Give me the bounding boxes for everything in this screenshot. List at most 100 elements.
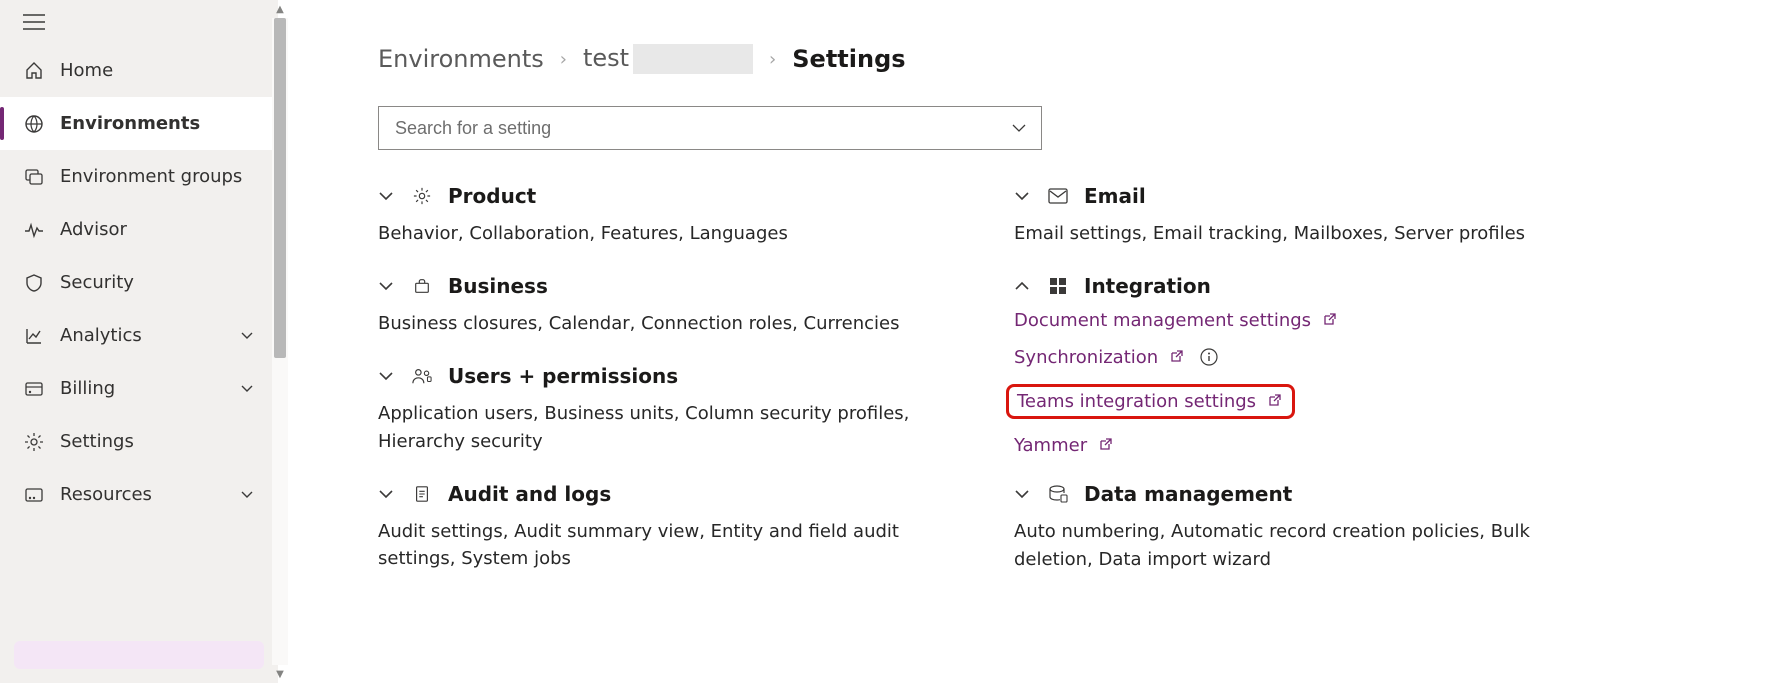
- breadcrumb-env-name: test: [583, 44, 629, 72]
- nav-list: Home Environments Environment groups Adv…: [0, 44, 278, 521]
- home-icon: [24, 61, 44, 81]
- chevron-down-icon[interactable]: [1011, 120, 1027, 136]
- gear-icon: [412, 187, 432, 205]
- nav-security[interactable]: Security: [0, 256, 278, 309]
- section-header-product[interactable]: Product: [378, 184, 958, 208]
- main-content: Environments › test › Settings Prod: [278, 0, 1769, 683]
- nav-label: Environments: [60, 113, 200, 134]
- nav-label: Settings: [60, 431, 134, 452]
- section-title: Users + permissions: [448, 364, 678, 388]
- section-header-audit[interactable]: Audit and logs: [378, 482, 958, 506]
- nav-environment-groups[interactable]: Environment groups: [0, 150, 278, 203]
- open-external-icon: [1266, 393, 1282, 409]
- audit-icon: [412, 485, 432, 503]
- nav-label: Resources: [60, 484, 152, 505]
- hamburger-button[interactable]: [0, 0, 278, 44]
- nav-advisor[interactable]: Advisor: [0, 203, 278, 256]
- nav-home[interactable]: Home: [0, 44, 278, 97]
- section-title: Email: [1084, 184, 1146, 208]
- chevron-down-icon: [240, 488, 254, 502]
- breadcrumb-environments[interactable]: Environments: [378, 45, 544, 73]
- env-groups-icon: [24, 167, 44, 187]
- link-teams-integration[interactable]: Teams integration settings: [1006, 384, 1295, 419]
- users-icon: [412, 367, 432, 385]
- chevron-down-icon: [240, 329, 254, 343]
- link-yammer[interactable]: Yammer: [1014, 435, 1113, 456]
- section-title: Integration: [1084, 274, 1211, 298]
- chevron-down-icon: [378, 188, 396, 204]
- chevron-up-icon: [1014, 278, 1032, 294]
- nav-label: Security: [60, 272, 134, 293]
- link-synchronization[interactable]: Synchronization: [1014, 347, 1218, 368]
- section-title: Data management: [1084, 482, 1292, 506]
- section-subtitle: Business closures, Calendar, Connection …: [378, 310, 958, 338]
- link-document-management[interactable]: Document management settings: [1014, 310, 1337, 331]
- section-header-users[interactable]: Users + permissions: [378, 364, 958, 388]
- open-external-icon: [1097, 437, 1113, 453]
- open-external-icon: [1321, 312, 1337, 328]
- info-icon[interactable]: [1200, 348, 1218, 366]
- nav-label: Advisor: [60, 219, 127, 240]
- resources-icon: [24, 485, 44, 505]
- windows-icon: [1048, 277, 1068, 295]
- chart-icon: [24, 326, 44, 346]
- settings-columns: Product Behavior, Collaboration, Feature…: [378, 184, 1709, 600]
- nav-label: Billing: [60, 378, 115, 399]
- chevron-down-icon: [378, 486, 396, 502]
- section-subtitle: Application users, Business units, Colum…: [378, 400, 958, 456]
- section-title: Product: [448, 184, 536, 208]
- nav-resources[interactable]: Resources: [0, 468, 278, 521]
- app-root: Home Environments Environment groups Adv…: [0, 0, 1769, 683]
- nav-environments[interactable]: Environments: [0, 97, 278, 150]
- settings-column-right: Email Email settings, Email tracking, Ma…: [1014, 184, 1594, 600]
- link-label: Synchronization: [1014, 347, 1158, 368]
- breadcrumb-current: Settings: [792, 45, 905, 73]
- redacted-area: [633, 44, 753, 74]
- section-header-business[interactable]: Business: [378, 274, 958, 298]
- sidebar: Home Environments Environment groups Adv…: [0, 0, 278, 683]
- section-header-integration[interactable]: Integration: [1014, 274, 1594, 298]
- settings-column-left: Product Behavior, Collaboration, Feature…: [378, 184, 958, 600]
- search-input[interactable]: [393, 117, 1011, 140]
- chevron-down-icon: [1014, 486, 1032, 502]
- section-subtitle: Email settings, Email tracking, Mailboxe…: [1014, 220, 1594, 248]
- chevron-right-icon: ›: [560, 49, 567, 70]
- breadcrumb-env[interactable]: test: [583, 44, 753, 74]
- chevron-down-icon: [378, 278, 396, 294]
- briefcase-icon: [412, 277, 432, 295]
- hamburger-icon: [23, 14, 45, 30]
- chevron-down-icon: [378, 368, 396, 384]
- integration-links: Document management settings Synchroniza…: [1014, 310, 1594, 456]
- link-label: Yammer: [1014, 435, 1087, 456]
- nav-billing[interactable]: Billing: [0, 362, 278, 415]
- mail-icon: [1048, 188, 1068, 204]
- chevron-down-icon: [1014, 188, 1032, 204]
- section-integration: Integration Document management settings…: [1014, 274, 1594, 456]
- open-external-icon: [1168, 349, 1184, 365]
- link-label: Document management settings: [1014, 310, 1311, 331]
- gear-icon: [24, 432, 44, 452]
- chevron-down-icon: [240, 382, 254, 396]
- bottom-promo-card[interactable]: [14, 641, 264, 669]
- nav-label: Home: [60, 60, 113, 81]
- section-users: Users + permissions Application users, B…: [378, 364, 958, 456]
- link-label: Teams integration settings: [1017, 391, 1256, 412]
- settings-search[interactable]: [378, 106, 1042, 150]
- database-icon: [1048, 485, 1068, 503]
- section-email: Email Email settings, Email tracking, Ma…: [1014, 184, 1594, 248]
- section-header-email[interactable]: Email: [1014, 184, 1594, 208]
- section-subtitle: Behavior, Collaboration, Features, Langu…: [378, 220, 958, 248]
- nav-label: Environment groups: [60, 166, 242, 187]
- section-title: Audit and logs: [448, 482, 611, 506]
- section-datamgmt: Data management Auto numbering, Automati…: [1014, 482, 1594, 574]
- nav-settings[interactable]: Settings: [0, 415, 278, 468]
- billing-icon: [24, 379, 44, 399]
- section-header-datamgmt[interactable]: Data management: [1014, 482, 1594, 506]
- nav-analytics[interactable]: Analytics: [0, 309, 278, 362]
- breadcrumb: Environments › test › Settings: [378, 44, 1709, 74]
- shield-icon: [24, 273, 44, 293]
- section-subtitle: Audit settings, Audit summary view, Enti…: [378, 518, 958, 574]
- pulse-icon: [24, 220, 44, 240]
- section-business: Business Business closures, Calendar, Co…: [378, 274, 958, 338]
- section-product: Product Behavior, Collaboration, Feature…: [378, 184, 958, 248]
